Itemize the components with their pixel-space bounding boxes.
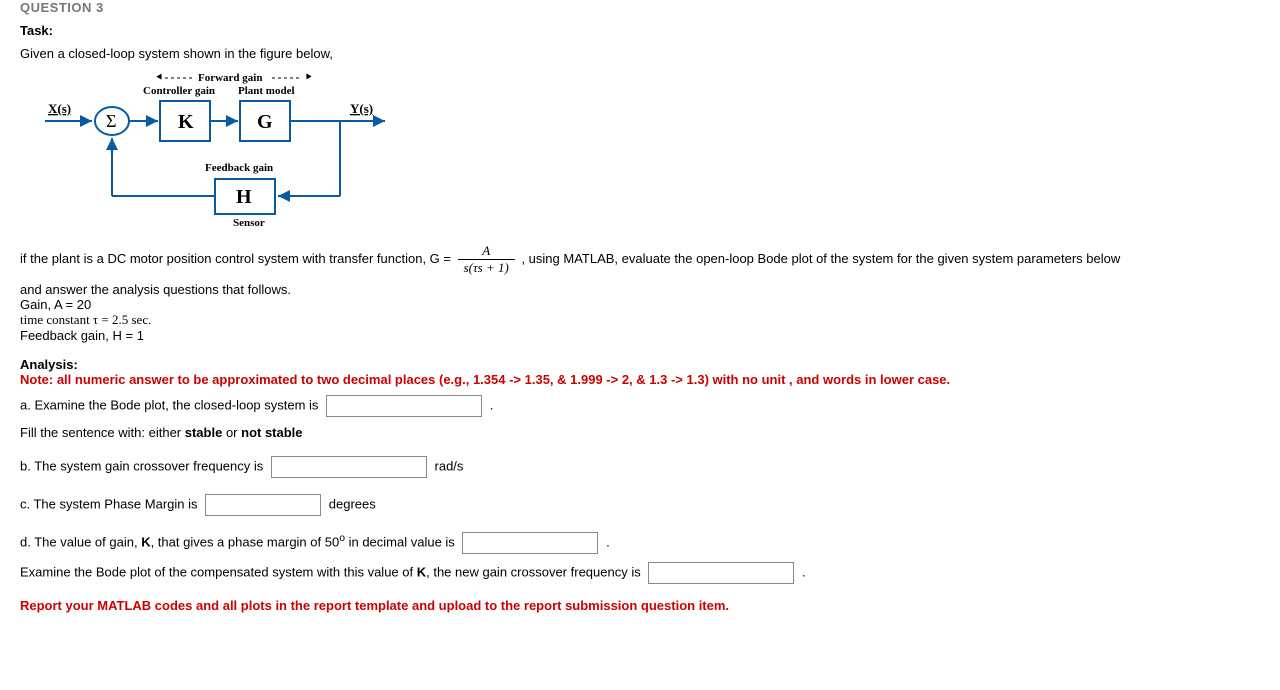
question-header: QUESTION 3 <box>20 0 1260 15</box>
qd2-k: K <box>417 564 426 579</box>
feedback-gain-label: Feedback gain <box>205 162 273 174</box>
controller-gain-label: Controller gain <box>143 85 215 97</box>
question-d: d. The value of gain, K, that gives a ph… <box>20 532 1260 554</box>
qd2-pre2: , the new gain crossover frequency is <box>426 564 641 579</box>
qd-k: K <box>141 534 150 549</box>
qa-or: or <box>222 425 241 440</box>
task-description: Given a closed-loop system shown in the … <box>20 46 1260 61</box>
question-a: a. Examine the Bode plot, the closed-loo… <box>20 395 1260 417</box>
qa-pre: a. Examine the Bode plot, the closed-loo… <box>20 397 318 412</box>
param-line1: and answer the analysis questions that f… <box>20 282 1260 297</box>
output-label: Y(s) <box>350 101 373 116</box>
question-c: c. The system Phase Margin is degrees <box>20 494 1260 516</box>
qb-pre: b. The system gain crossover frequency i… <box>20 458 263 473</box>
answer-d-input[interactable] <box>462 532 598 554</box>
qc-pre: c. The system Phase Margin is <box>20 496 198 511</box>
qa-post: . <box>490 397 494 412</box>
qd-pre3: in decimal value is <box>345 534 455 549</box>
answer-a-input[interactable] <box>326 395 482 417</box>
block-diagram: ⯇ Forward gain ⯈ Controller gain Plant m… <box>20 71 400 231</box>
qc-unit: degrees <box>329 496 376 511</box>
dash-left-icon: ⯇ <box>155 72 164 84</box>
transfer-function-line: if the plant is a DC motor position cont… <box>20 243 1260 276</box>
answer-b-input[interactable] <box>271 456 427 478</box>
tf-denominator: s(τs + 1) <box>458 260 515 276</box>
task-label: Task: <box>20 23 1260 38</box>
analysis-note: Note: all numeric answer to be approxima… <box>20 372 1260 387</box>
parameters-block: and answer the analysis questions that f… <box>20 282 1260 343</box>
param-line3: time constant τ = 2.5 sec. <box>20 312 1260 328</box>
answer-c-input[interactable] <box>205 494 321 516</box>
tf-pre-text: if the plant is a DC motor position cont… <box>20 251 451 266</box>
question-a-hint: Fill the sentence with: either stable or… <box>20 425 1260 440</box>
input-label: X(s) <box>48 101 71 116</box>
qd2-post: . <box>802 564 806 579</box>
param-line2: Gain, A = 20 <box>20 297 1260 312</box>
sum-symbol: Σ <box>106 111 116 131</box>
qd-post: . <box>606 534 610 549</box>
param-line4: Feedback gain, H = 1 <box>20 328 1260 343</box>
dash-right-icon: ⯈ <box>304 72 313 84</box>
transfer-function-fraction: A s(τs + 1) <box>458 243 515 276</box>
k-label: K <box>178 111 194 133</box>
qd2-pre1: Examine the Bode plot of the compensated… <box>20 564 417 579</box>
question-b: b. The system gain crossover frequency i… <box>20 456 1260 478</box>
qd-pre2: , that gives a phase margin of 50 <box>151 534 340 549</box>
tf-numerator: A <box>458 243 515 260</box>
qb-unit: rad/s <box>435 458 464 473</box>
analysis-heading: Analysis: <box>20 357 1260 372</box>
g-label: G <box>257 111 273 133</box>
qa-stable: stable <box>185 425 223 440</box>
question-d2: Examine the Bode plot of the compensated… <box>20 562 1260 584</box>
report-instruction: Report your MATLAB codes and all plots i… <box>20 598 1260 613</box>
plant-model-label: Plant model <box>238 85 295 97</box>
forward-gain-label: Forward gain <box>198 72 262 84</box>
answer-d2-input[interactable] <box>648 562 794 584</box>
tf-post-text: , using MATLAB, evaluate the open-loop B… <box>521 251 1120 266</box>
sensor-label: Sensor <box>233 217 265 229</box>
qd-pre1: d. The value of gain, <box>20 534 141 549</box>
h-label: H <box>236 186 252 208</box>
qa-notstable: not stable <box>241 425 302 440</box>
qa-fill-text: Fill the sentence with: either <box>20 425 185 440</box>
